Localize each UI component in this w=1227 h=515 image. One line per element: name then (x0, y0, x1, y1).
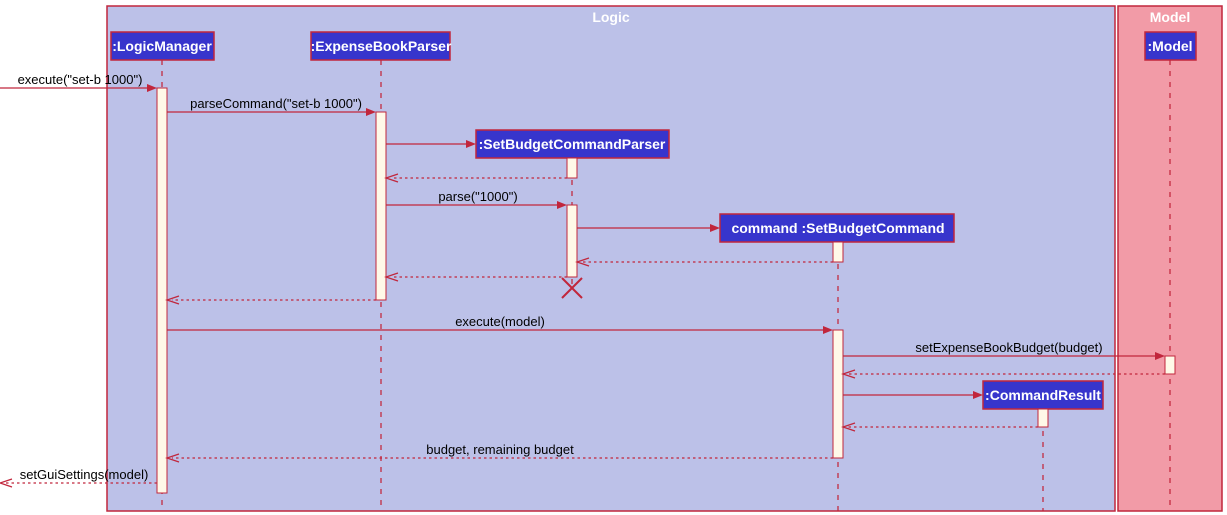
participant-logicmanager-label: :LogicManager (112, 38, 212, 54)
return-budget-label: budget, remaining budget (426, 442, 574, 457)
participant-setbudgetcommand-label: command :SetBudgetCommand (731, 220, 944, 236)
activation-logicmanager (157, 88, 167, 493)
msg-setguisettings-label: setGuiSettings(model) (20, 467, 149, 482)
frame-logic (107, 6, 1115, 511)
activation-setbudgetcommand-1 (833, 242, 843, 262)
activation-expensebookparser (376, 112, 386, 300)
sequence-diagram: Logic Model :LogicManager :ExpenseBookPa… (0, 0, 1227, 515)
participant-commandresult-label: :CommandResult (985, 387, 1101, 403)
frame-logic-label: Logic (592, 9, 630, 25)
msg-parsecommand-label: parseCommand("set-b 1000") (190, 96, 362, 111)
msg-execute-label: execute("set-b 1000") (18, 72, 143, 87)
participant-setbudgetcommandparser-label: :SetBudgetCommandParser (479, 136, 666, 152)
activation-model (1165, 356, 1175, 374)
activation-commandresult (1038, 409, 1048, 427)
activation-setbudgetcommandparser-2 (567, 205, 577, 277)
participant-expensebookparser-label: :ExpenseBookParser (311, 38, 452, 54)
activation-setbudgetcommandparser-1 (567, 158, 577, 178)
activation-setbudgetcommand-2 (833, 330, 843, 458)
msg-parse-label: parse("1000") (438, 189, 517, 204)
participant-model-label: :Model (1147, 38, 1192, 54)
frame-model-label: Model (1150, 9, 1190, 25)
msg-setexpensebookbudget-label: setExpenseBookBudget(budget) (915, 340, 1102, 355)
msg-executemodel-label: execute(model) (455, 314, 545, 329)
